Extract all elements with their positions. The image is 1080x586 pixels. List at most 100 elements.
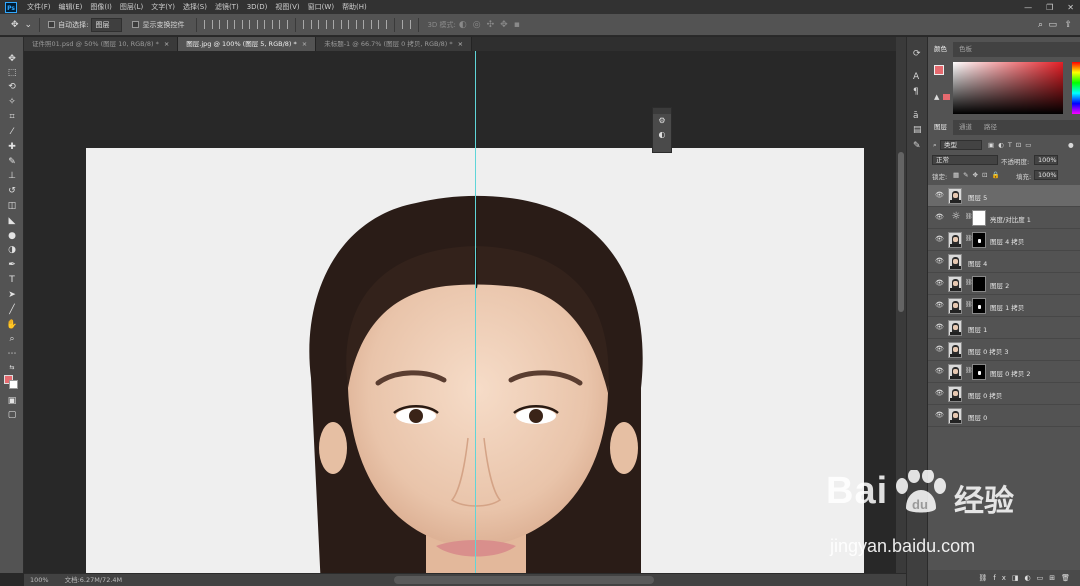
eye-icon[interactable]: 👁: [935, 367, 944, 375]
opacity-input[interactable]: 100%: [1034, 155, 1058, 165]
layer-mask-thumbnail[interactable]: [972, 298, 986, 314]
blur-tool-icon[interactable]: ●: [5, 230, 19, 243]
pen-tool-icon[interactable]: ✒: [5, 259, 19, 272]
layer-thumbnail[interactable]: [948, 408, 962, 424]
blend-mode-dropdown[interactable]: 正常: [932, 155, 998, 165]
align-left-icon[interactable]: [249, 20, 259, 29]
distribute-vcenter-icon[interactable]: [318, 20, 328, 29]
layer-row[interactable]: 👁 ⛓ 图层 1 拷贝: [928, 295, 1080, 317]
menu-filter[interactable]: 滤镜(T): [211, 0, 243, 14]
menu-edit[interactable]: 编辑(E): [55, 0, 87, 14]
zoom-level[interactable]: 100%: [24, 574, 55, 586]
search-icon[interactable]: ⌕: [1035, 20, 1046, 30]
tab-document-3[interactable]: 未标题-1 @ 66.7% (图层 0 拷贝, RGB/8) * ×: [316, 37, 473, 51]
tab-document-1[interactable]: 证件照01.psd @ 50% (图层 10, RGB/8) * ×: [24, 37, 179, 51]
3d-rotate-icon[interactable]: ◐: [456, 20, 470, 30]
tab-layers[interactable]: 图层: [928, 120, 953, 135]
filter-icons[interactable]: ▣◐T⊡▭: [988, 141, 1035, 149]
minimize-icon[interactable]: —: [1024, 3, 1032, 12]
tab-document-2[interactable]: 图层.jpg @ 100% (图层 5, RGB/8) * ×: [178, 37, 317, 51]
vertical-guide[interactable]: [475, 51, 476, 573]
eye-icon[interactable]: 👁: [935, 389, 944, 397]
tab-color[interactable]: 颜色: [928, 42, 953, 57]
menu-3d[interactable]: 3D(D): [243, 0, 272, 14]
menu-type[interactable]: 文字(Y): [147, 0, 179, 14]
layer-row[interactable]: 👁 图层 0 拷贝 3: [928, 339, 1080, 361]
magic-wand-tool-icon[interactable]: ✧: [5, 96, 19, 109]
layer-row[interactable]: 👁 ⛓ 图层 4 拷贝: [928, 229, 1080, 251]
eye-icon[interactable]: 👁: [935, 323, 944, 331]
screen-mode-icon[interactable]: ▢: [5, 409, 19, 422]
menu-layer[interactable]: 图层(L): [116, 0, 147, 14]
filter-type-dropdown[interactable]: 类型: [940, 140, 982, 150]
3d-drag-icon[interactable]: ✣: [484, 20, 498, 30]
layer-row[interactable]: 👁 图层 0 拷贝: [928, 383, 1080, 405]
eye-icon[interactable]: 👁: [935, 191, 944, 199]
type-tool-icon[interactable]: T: [5, 274, 19, 287]
chevron-down-icon[interactable]: ⌄: [22, 20, 36, 30]
3d-scale-icon[interactable]: ▪: [511, 20, 523, 30]
floating-mini-panel[interactable]: ⚙ ◐: [652, 107, 672, 153]
layer-row[interactable]: 👁 ⛓ 图层 0 拷贝 2: [928, 361, 1080, 383]
crop-tool-icon[interactable]: ⌗: [5, 111, 19, 124]
menu-file[interactable]: 文件(F): [23, 0, 55, 14]
layer-thumbnail[interactable]: [948, 342, 962, 358]
tab-paths[interactable]: 路径: [978, 120, 1003, 135]
layer-mask-thumbnail[interactable]: [972, 232, 986, 248]
panel-foreground-swatch[interactable]: [934, 65, 944, 75]
warning-icon[interactable]: ▲: [934, 93, 939, 101]
share-icon[interactable]: ⇪: [1061, 20, 1075, 30]
eraser-tool-icon[interactable]: ◫: [5, 200, 19, 213]
brush-settings-icon[interactable]: ✎: [913, 141, 921, 151]
lasso-tool-icon[interactable]: ⟲: [5, 81, 19, 94]
gamut-swatch[interactable]: [943, 94, 950, 100]
swap-colors-icon[interactable]: ⇆: [5, 361, 19, 374]
layer-row[interactable]: 👁 ⛓ 图层 2: [928, 273, 1080, 295]
background-color-swatch[interactable]: [9, 380, 18, 389]
auto-select-checkbox[interactable]: [48, 21, 56, 28]
menu-select[interactable]: 选择(S): [179, 0, 211, 14]
layer-thumbnail[interactable]: [948, 188, 962, 204]
dodge-tool-icon[interactable]: ◑: [5, 244, 19, 257]
history-icon[interactable]: ⟳: [913, 49, 921, 59]
auto-align-icon[interactable]: [402, 20, 412, 29]
align-vcenter-icon[interactable]: [219, 20, 229, 29]
quick-mask-icon[interactable]: ▣: [5, 395, 19, 408]
character-icon[interactable]: A: [913, 72, 919, 82]
restore-icon[interactable]: ❐: [1046, 3, 1053, 12]
layer-row[interactable]: 👁 图层 5: [928, 185, 1080, 207]
adjustment-icon[interactable]: ◐: [653, 128, 671, 142]
canvas-area[interactable]: [24, 51, 896, 573]
fill-input[interactable]: 100%: [1034, 170, 1058, 180]
eye-icon[interactable]: 👁: [935, 411, 944, 419]
layer-thumbnail[interactable]: [948, 276, 962, 292]
info-icon[interactable]: ▤: [913, 125, 922, 135]
eye-icon[interactable]: 👁: [935, 345, 944, 353]
tab-swatches[interactable]: 色板: [953, 42, 978, 57]
3d-roll-icon[interactable]: ◎: [470, 20, 484, 30]
distribute-right-icon[interactable]: [378, 20, 388, 29]
menu-view[interactable]: 视图(V): [271, 0, 303, 14]
layer-mask-thumbnail[interactable]: [972, 210, 986, 226]
history-brush-tool-icon[interactable]: ↺: [5, 185, 19, 198]
eye-icon[interactable]: 👁: [935, 279, 944, 287]
path-selection-tool-icon[interactable]: ➤: [5, 289, 19, 302]
eye-icon[interactable]: 👁: [935, 257, 944, 265]
workspace-icon[interactable]: ▭: [1045, 20, 1060, 30]
more-tools-icon[interactable]: ⋯: [5, 348, 19, 361]
close-icon[interactable]: ✕: [1067, 3, 1074, 12]
paint-bucket-tool-icon[interactable]: ◣: [5, 215, 19, 228]
layer-row[interactable]: 👁 图层 0: [928, 405, 1080, 427]
layers-bottom-toolbar[interactable]: ⛓fx◨◐▭⊞🗑: [928, 570, 1080, 586]
close-icon[interactable]: ×: [302, 40, 307, 48]
layer-row[interactable]: 👁 图层 4: [928, 251, 1080, 273]
menu-window[interactable]: 窗口(W): [304, 0, 338, 14]
eye-icon[interactable]: 👁: [935, 235, 944, 243]
align-right-icon[interactable]: [279, 20, 289, 29]
clone-stamp-tool-icon[interactable]: ⊥: [5, 170, 19, 183]
eye-icon[interactable]: 👁: [935, 301, 944, 309]
hand-tool-icon[interactable]: ✋: [5, 319, 19, 332]
paragraph-icon[interactable]: ¶: [913, 87, 919, 97]
layer-thumbnail[interactable]: [948, 364, 962, 380]
lock-icons[interactable]: ▦✎✥⊡🔒: [953, 171, 1004, 179]
